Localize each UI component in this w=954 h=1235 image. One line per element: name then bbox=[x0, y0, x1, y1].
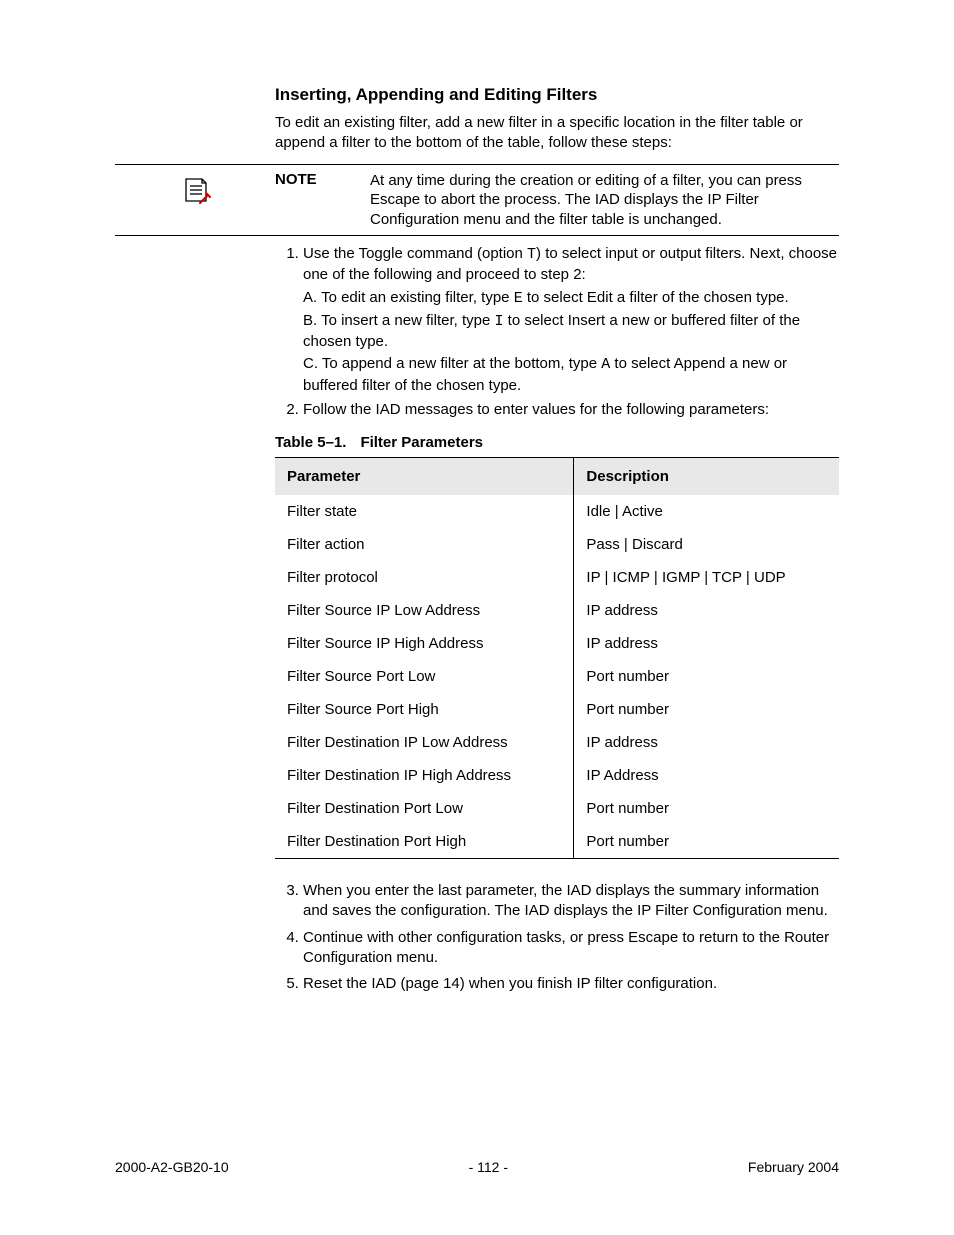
desc-cell: IP address bbox=[574, 627, 839, 660]
param-cell: Filter Destination IP High Address bbox=[275, 759, 574, 792]
note-icon bbox=[178, 173, 212, 211]
table-row: Filter Destination Port LowPort number bbox=[275, 792, 839, 825]
steps-list-1: Use the Toggle command (option T) to sel… bbox=[275, 244, 839, 420]
desc-cell: IP | ICMP | IGMP | TCP | UDP bbox=[574, 561, 839, 594]
opt-c-pre: C. To append a new filter at the bottom,… bbox=[303, 355, 601, 372]
param-cell: Filter Source IP High Address bbox=[275, 627, 574, 660]
code-E: E bbox=[514, 290, 523, 307]
desc-cell: IP address bbox=[574, 726, 839, 759]
table-caption: Table 5–1. Filter Parameters bbox=[275, 434, 839, 451]
note-text: NOTE At any time during the creation or … bbox=[275, 171, 839, 230]
table-row: Filter Destination IP High AddressIP Add… bbox=[275, 759, 839, 792]
table-title: Filter Parameters bbox=[360, 434, 483, 451]
col-header-description: Description bbox=[574, 458, 839, 496]
table-row: Filter Source Port LowPort number bbox=[275, 660, 839, 693]
param-cell: Filter Source IP Low Address bbox=[275, 594, 574, 627]
section-title: Inserting, Appending and Editing Filters bbox=[275, 85, 839, 105]
desc-cell: Port number bbox=[574, 693, 839, 726]
footer-page-number: - 112 - bbox=[469, 1159, 508, 1175]
step-5: Reset the IAD (page 14) when you finish … bbox=[303, 974, 839, 994]
param-cell: Filter Destination Port Low bbox=[275, 792, 574, 825]
table-row: Filter Source IP Low AddressIP address bbox=[275, 594, 839, 627]
opt-b-pre: B. To insert a new filter, type bbox=[303, 312, 494, 329]
desc-cell: Port number bbox=[574, 792, 839, 825]
param-cell: Filter state bbox=[275, 495, 574, 528]
code-A: A bbox=[601, 356, 610, 373]
param-cell: Filter protocol bbox=[275, 561, 574, 594]
desc-cell: Pass | Discard bbox=[574, 528, 839, 561]
footer-doc-id: 2000-A2-GB20-10 bbox=[115, 1159, 229, 1175]
desc-cell: Port number bbox=[574, 660, 839, 693]
step-4: Continue with other configuration tasks,… bbox=[303, 928, 839, 969]
param-cell: Filter Destination IP Low Address bbox=[275, 726, 574, 759]
opt-a-pre: A. To edit an existing filter, type bbox=[303, 289, 514, 306]
step-1-option-a: A. To edit an existing filter, type E to… bbox=[303, 288, 839, 309]
note-icon-cell bbox=[115, 171, 275, 230]
table-row: Filter protocolIP | ICMP | IGMP | TCP | … bbox=[275, 561, 839, 594]
code-T: T bbox=[527, 246, 536, 263]
content-area: Inserting, Appending and Editing Filters… bbox=[275, 85, 839, 994]
param-cell: Filter Source Port High bbox=[275, 693, 574, 726]
table-row: Filter stateIdle | Active bbox=[275, 495, 839, 528]
desc-cell: Idle | Active bbox=[574, 495, 839, 528]
note-label: NOTE bbox=[275, 171, 370, 230]
note-body: At any time during the creation or editi… bbox=[370, 171, 839, 230]
table-number: Table 5–1. bbox=[275, 434, 346, 451]
footer-date: February 2004 bbox=[748, 1159, 839, 1175]
param-cell: Filter Destination Port High bbox=[275, 825, 574, 859]
param-cell: Filter action bbox=[275, 528, 574, 561]
step-1-option-b: B. To insert a new filter, type I to sel… bbox=[303, 311, 839, 353]
code-I: I bbox=[494, 313, 503, 330]
step-1: Use the Toggle command (option T) to sel… bbox=[303, 244, 839, 396]
desc-cell: IP address bbox=[574, 594, 839, 627]
step-1-text-a: Use the Toggle command (option bbox=[303, 245, 527, 262]
step-3: When you enter the last parameter, the I… bbox=[303, 881, 839, 922]
step-1-option-c: C. To append a new filter at the bottom,… bbox=[303, 354, 839, 396]
desc-cell: Port number bbox=[574, 825, 839, 859]
intro-paragraph: To edit an existing filter, add a new fi… bbox=[275, 113, 839, 154]
step-2: Follow the IAD messages to enter values … bbox=[303, 400, 839, 420]
opt-a-post: to select Edit a filter of the chosen ty… bbox=[523, 289, 789, 306]
steps-list-2: When you enter the last parameter, the I… bbox=[275, 881, 839, 994]
param-cell: Filter Source Port Low bbox=[275, 660, 574, 693]
table-row: Filter Source IP High AddressIP address bbox=[275, 627, 839, 660]
table-row: Filter Destination IP Low AddressIP addr… bbox=[275, 726, 839, 759]
filter-parameters-table: Parameter Description Filter stateIdle |… bbox=[275, 457, 839, 859]
table-row: Filter actionPass | Discard bbox=[275, 528, 839, 561]
table-row: Filter Destination Port HighPort number bbox=[275, 825, 839, 859]
table-header-row: Parameter Description bbox=[275, 458, 839, 496]
desc-cell: IP Address bbox=[574, 759, 839, 792]
col-header-parameter: Parameter bbox=[275, 458, 574, 496]
table-row: Filter Source Port HighPort number bbox=[275, 693, 839, 726]
page-footer: 2000-A2-GB20-10 - 112 - February 2004 bbox=[115, 1159, 839, 1175]
page: Inserting, Appending and Editing Filters… bbox=[0, 0, 954, 1235]
note-block: NOTE At any time during the creation or … bbox=[115, 164, 839, 237]
